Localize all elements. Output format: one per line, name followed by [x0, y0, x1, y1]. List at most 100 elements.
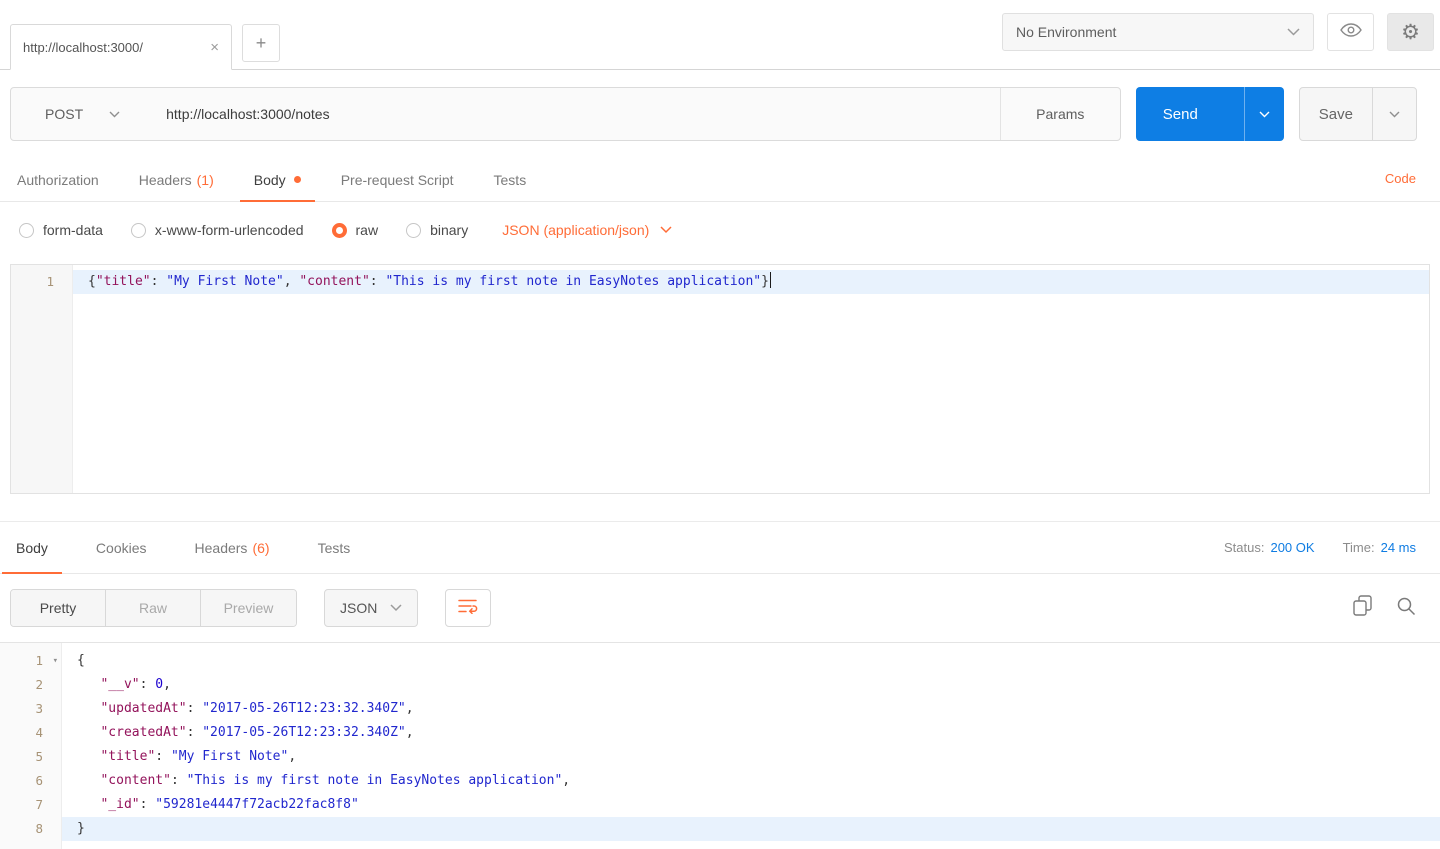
request-body-editor[interactable]: 1 {"title": "My First Note", "content": …: [10, 264, 1430, 494]
code-token: {: [77, 653, 85, 668]
tab-body[interactable]: Body: [239, 158, 315, 202]
response-actions: [1353, 595, 1416, 621]
view-raw-button[interactable]: Raw: [106, 590, 201, 626]
code-line[interactable]: "updatedAt": "2017-05-26T12:23:32.340Z",: [62, 697, 1440, 721]
params-button[interactable]: Params: [999, 88, 1120, 140]
tab-label: Headers: [138, 171, 192, 188]
fold-toggle-icon[interactable]: ▾: [53, 649, 58, 673]
response-body-viewer[interactable]: 1 ▾ 2 3 4 5 6 7 8 { "__v": 0, "updatedAt": "2017…: [0, 643, 1440, 849]
code-token: "This is my first note in EasyNotes appl…: [385, 274, 762, 289]
request-tab[interactable]: http://localhost:3000/ ×: [10, 24, 232, 70]
header-controls: No Environment ⚙: [1002, 13, 1434, 51]
radio-selected-icon: [331, 222, 347, 238]
body-mode-option-raw[interactable]: raw: [331, 222, 378, 238]
gear-icon: ⚙: [1401, 20, 1420, 44]
environment-select[interactable]: No Environment: [1002, 13, 1314, 51]
response-tabs-bar: Body Cookies Headers (6) Tests Status: 2…: [0, 522, 1440, 574]
tab-label: Authorization: [17, 171, 99, 188]
request-editor-code-area[interactable]: {"title": "My First Note", "content": "T…: [73, 265, 1429, 493]
response-format-select[interactable]: JSON: [324, 589, 419, 627]
url-input[interactable]: http://localhost:3000/notes: [142, 106, 1000, 122]
code-line[interactable]: "createdAt": "2017-05-26T12:23:32.340Z",: [62, 721, 1440, 745]
radio-icon: [406, 222, 422, 238]
app-header: http://localhost:3000/ × + No Environmen…: [0, 0, 1440, 70]
response-tab-cookies[interactable]: Cookies: [96, 522, 147, 573]
code-token: :: [155, 749, 171, 764]
response-view-switch: Pretty Raw Preview: [10, 589, 297, 627]
response-editor-gutter: 1 ▾ 2 3 4 5 6 7 8: [0, 643, 62, 849]
content-type-value: JSON (application/json): [502, 222, 650, 238]
response-tab-body[interactable]: Body: [2, 522, 62, 574]
view-preview-button[interactable]: Preview: [201, 590, 296, 626]
radio-label: binary: [430, 222, 469, 238]
code-token: }: [761, 274, 769, 289]
wrap-lines-button[interactable]: [445, 589, 492, 627]
send-options-button[interactable]: [1243, 87, 1284, 141]
chevron-down-icon: [660, 226, 672, 234]
code-line[interactable]: "title": "My First Note",: [62, 745, 1440, 769]
tab-label: Body: [16, 539, 48, 556]
code-token: "title": [100, 749, 156, 764]
request-editor-gutter: 1: [11, 265, 73, 493]
tab-headers[interactable]: Headers (1): [139, 158, 214, 201]
tab-count-badge: (6): [252, 539, 270, 556]
response-format-value: JSON: [340, 600, 378, 616]
body-mode-option-binary[interactable]: binary: [406, 222, 468, 238]
code-token: :: [170, 773, 187, 788]
code-line[interactable]: {: [62, 649, 1440, 673]
save-button[interactable]: Save: [1298, 87, 1417, 141]
body-mode-option-urlencoded[interactable]: x-www-form-urlencoded: [130, 222, 304, 238]
response-toolbar: Pretty Raw Preview JSON: [0, 574, 1440, 643]
response-tab-headers[interactable]: Headers (6): [195, 522, 270, 573]
view-pretty-button[interactable]: Pretty: [11, 590, 106, 626]
chevron-down-icon: [390, 604, 402, 612]
code-token: "59281e4447f72acb22fac8f8": [155, 797, 359, 812]
environment-preview-button[interactable]: [1327, 13, 1374, 51]
code-token: :: [186, 701, 203, 716]
code-token: ,: [288, 749, 297, 764]
method-select[interactable]: POST: [11, 106, 142, 122]
status-badge: 200 OK: [1270, 540, 1315, 555]
send-button-label[interactable]: Send: [1136, 87, 1244, 141]
save-button-label[interactable]: Save: [1300, 88, 1372, 140]
response-tab-tests[interactable]: Tests: [318, 522, 351, 573]
response-editor-code-area[interactable]: { "__v": 0, "updatedAt": "2017-05-26T12:…: [62, 643, 1440, 849]
new-tab-button[interactable]: +: [242, 24, 280, 62]
code-line[interactable]: "_id": "59281e4447f72acb22fac8f8": [62, 793, 1440, 817]
code-token: "updatedAt": [100, 701, 187, 716]
tab-tests[interactable]: Tests: [494, 158, 527, 201]
close-icon[interactable]: ×: [210, 39, 219, 56]
chevron-down-icon: [109, 111, 120, 118]
search-icon[interactable]: [1396, 596, 1416, 621]
generate-code-link[interactable]: Code: [1385, 171, 1416, 186]
chevron-down-icon: [1287, 28, 1300, 36]
body-mode-option-form-data[interactable]: form-data: [19, 222, 103, 238]
text-cursor: [769, 272, 772, 288]
body-mode-bar: form-data x-www-form-urlencoded raw bina…: [0, 202, 1440, 258]
tab-pre-request-script[interactable]: Pre-request Script: [341, 158, 454, 201]
code-token: ,: [163, 677, 171, 692]
tab-label: Cookies: [95, 539, 147, 556]
code-line[interactable]: }: [62, 817, 1440, 841]
send-button[interactable]: Send: [1135, 87, 1284, 141]
save-options-button[interactable]: [1372, 88, 1416, 140]
code-token: "This is my first note in EasyNotes appl…: [186, 773, 563, 788]
request-tab-title: http://localhost:3000/: [23, 39, 143, 55]
code-token: "2017-05-26T12:23:32.340Z": [202, 725, 406, 740]
line-number: 1 ▾: [0, 649, 61, 673]
code-token: "My First Note": [166, 274, 284, 289]
content-type-select[interactable]: JSON (application/json): [502, 222, 672, 238]
tab-authorization[interactable]: Authorization: [17, 158, 99, 201]
radio-label: form-data: [43, 222, 103, 238]
code-line[interactable]: "content": "This is my first note in Eas…: [62, 769, 1440, 793]
code-token: "createdAt": [100, 725, 187, 740]
tab-count-badge: (1): [196, 171, 214, 188]
request-tabs-bar: Authorization Headers (1) Body Pre-reque…: [0, 158, 1440, 202]
copy-icon[interactable]: [1353, 595, 1372, 621]
settings-button[interactable]: ⚙: [1387, 13, 1434, 51]
response-meta: Status: 200 OK Time: 24 ms: [1224, 522, 1416, 573]
tab-label: Pre-request Script: [340, 171, 454, 188]
code-line[interactable]: {"title": "My First Note", "content": "T…: [73, 270, 1429, 294]
code-line[interactable]: "__v": 0,: [62, 673, 1440, 697]
